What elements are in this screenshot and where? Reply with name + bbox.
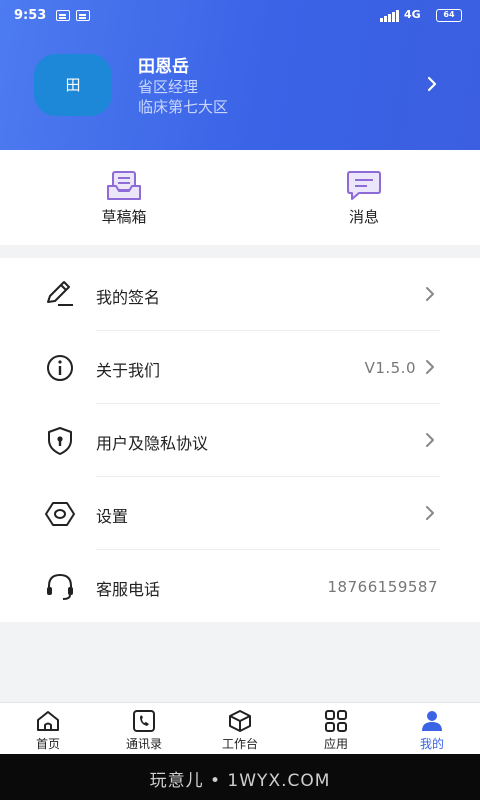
quick-actions: 草稿箱 消息	[0, 150, 480, 245]
user-area: 临床第七大区	[138, 98, 229, 116]
apps-icon	[325, 710, 347, 732]
user-icon	[422, 711, 442, 731]
tab-contacts[interactable]: 通讯录	[104, 709, 184, 752]
system-nav-bar: 玩意儿 • 1WYX.COM	[0, 754, 480, 800]
tab-label: 应用	[323, 737, 348, 751]
menu-item-signature[interactable]: 我的签名	[0, 258, 480, 331]
menu-item-settings[interactable]: 设置	[0, 477, 480, 550]
menu-label: 设置	[96, 507, 129, 526]
settings-hexagon-icon	[45, 502, 75, 526]
settings-menu: 我的签名 关于我们 V1.5.0 用户及隐私协议 设置 客服电话 1876615…	[0, 258, 480, 622]
menu-label: 客服电话	[96, 580, 161, 599]
chevron-right-icon	[426, 360, 434, 374]
status-time: 9:53	[14, 8, 47, 23]
battery-icon: 64	[436, 9, 462, 22]
menu-label: 关于我们	[96, 361, 161, 380]
tab-label: 首页	[35, 737, 60, 751]
tab-label: 通讯录	[125, 737, 162, 751]
messages-button[interactable]: 消息	[314, 170, 414, 227]
home-icon	[37, 711, 59, 731]
menu-label: 我的签名	[96, 288, 161, 307]
tab-workbench[interactable]: 工作台	[200, 709, 280, 752]
tab-home[interactable]: 首页	[8, 709, 88, 752]
drafts-button[interactable]: 草稿箱	[74, 170, 174, 227]
menu-item-customer-service[interactable]: 客服电话 18766159587	[0, 550, 480, 623]
bottom-tab-bar: 首页 通讯录 工作台 应用 我的	[0, 702, 480, 754]
network-type: 4G	[404, 8, 421, 21]
tab-label: 工作台	[221, 737, 258, 751]
phone-number[interactable]: 18766159587	[328, 578, 438, 596]
tab-mine[interactable]: 我的	[392, 709, 472, 752]
menu-item-about[interactable]: 关于我们 V1.5.0	[0, 331, 480, 404]
draft-box-icon	[107, 171, 141, 200]
contacts-icon	[133, 710, 155, 732]
profile-card[interactable]: 田 田恩岳 省区经理 临床第七大区	[0, 40, 480, 130]
status-bar: 9:53 4G 64	[0, 0, 480, 32]
menu-label: 用户及隐私协议	[96, 434, 209, 453]
workbench-icon	[229, 710, 251, 732]
tab-apps[interactable]: 应用	[296, 709, 376, 752]
avatar[interactable]: 田	[34, 54, 112, 116]
notification-icon	[76, 10, 90, 21]
version-text: V1.5.0	[364, 359, 416, 377]
message-icon	[347, 171, 381, 200]
signature-icon	[47, 281, 73, 306]
drafts-label: 草稿箱	[101, 208, 147, 226]
user-name: 田恩岳	[138, 57, 189, 77]
menu-item-privacy[interactable]: 用户及隐私协议	[0, 404, 480, 477]
chevron-right-icon[interactable]	[424, 76, 440, 92]
chevron-right-icon	[426, 287, 434, 301]
signal-icon	[380, 10, 400, 22]
info-icon	[47, 355, 73, 381]
user-role: 省区经理	[138, 78, 199, 96]
shield-icon	[48, 427, 72, 455]
messages-label: 消息	[348, 208, 379, 226]
chevron-right-icon	[426, 433, 434, 447]
notification-icon	[56, 10, 70, 21]
watermark: 玩意儿 • 1WYX.COM	[149, 771, 331, 791]
profile-header: 9:53 4G 64 田 田恩岳 省区经理 临床第七大区	[0, 0, 480, 150]
headset-icon	[47, 573, 73, 600]
tab-label: 我的	[419, 737, 444, 751]
chevron-right-icon	[426, 506, 434, 520]
